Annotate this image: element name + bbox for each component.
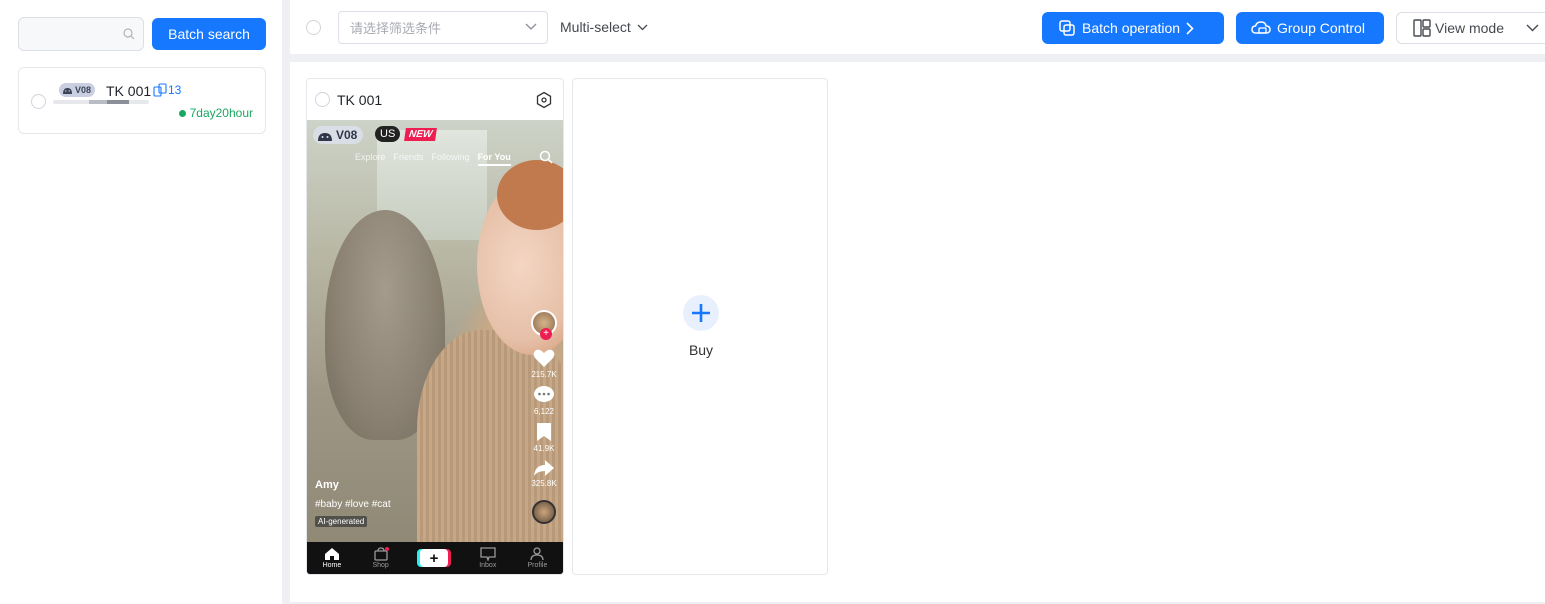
uptime-label: 7day20hour [189,106,253,120]
heart-icon[interactable] [533,348,555,368]
sync-count[interactable]: 13 [153,83,181,97]
version-label: V08 [75,85,92,95]
device-name: TK 001 [106,83,152,99]
search-icon [123,28,135,40]
layout-icon [1413,19,1431,37]
share-icon[interactable] [533,459,555,477]
tab-friends[interactable]: Friends [394,152,424,166]
nav-create[interactable]: + [420,549,449,567]
cloud-control-icon [1251,21,1271,34]
nav-inbox[interactable]: Inbox [479,547,496,569]
ai-generated-label: AI-generated [315,516,368,527]
new-badge: NEW [404,128,438,141]
tab-following[interactable]: Following [432,152,470,166]
shop-bag-icon [373,547,389,561]
online-dot-icon [178,109,186,117]
save-count: 41.9K [533,444,555,453]
multi-select-label: Multi-select [560,19,631,35]
tab-for-you[interactable]: For You [477,152,511,166]
nav-home[interactable]: Home [323,547,341,569]
home-icon [324,548,339,560]
chevron-down-icon [637,24,648,30]
view-mode-label: View mode [1435,20,1505,36]
screen-version-badge: V08 [313,126,364,144]
filter-placeholder: 请选择筛选条件 [350,21,442,36]
chevron-down-icon [525,23,537,30]
settings-icon[interactable] [535,91,553,109]
screen-version-label: V08 [336,128,358,142]
phone-card[interactable]: TK 001 V08 US NEW Explore Friends Follow… [306,78,564,575]
action-column: + 215.7K 6,122 41.9K 325.8K [531,310,557,524]
profile-icon [530,547,545,561]
video-hashtags[interactable]: #baby #love #cat [315,499,391,510]
chevron-right-icon [1186,21,1194,35]
search-icon[interactable] [539,150,553,164]
batch-search-button[interactable]: Batch search [152,18,266,50]
filter-select[interactable]: 请选择筛选条件 [338,11,548,44]
feed-tabs: Explore Friends Following For You [355,152,511,166]
group-control-button[interactable]: Group Control [1236,12,1384,44]
nav-profile[interactable]: Profile [528,547,547,569]
copy-icon [1059,20,1075,36]
phone-title: TK 001 [337,92,383,108]
bookmark-icon[interactable] [535,422,553,442]
chevron-down-icon [1526,24,1539,32]
buy-device-card[interactable]: Buy [572,78,828,575]
sync-icon [153,83,167,97]
tiktok-bottom-nav: Home Shop + Inbox Profile [307,542,563,574]
version-badge: V08 [59,83,96,97]
create-plus-icon: + [420,549,449,567]
like-count: 215.7K [531,370,557,379]
creator-avatar[interactable]: + [531,310,557,340]
region-badge: US [375,126,401,142]
batch-operation-button[interactable]: Batch operation [1042,12,1224,44]
device-select-radio[interactable] [31,94,46,109]
device-list-item[interactable]: V08 TK 001 13 7day20hour [18,67,266,134]
buy-label: Buy [688,342,714,358]
share-count: 325.8K [531,479,557,488]
inbox-icon [480,547,496,561]
android-icon [318,132,332,141]
music-disc-icon[interactable] [532,500,556,524]
add-icon[interactable] [683,295,719,331]
toolbar: 请选择筛选条件 Multi-select Batch operation Gro… [290,0,1545,54]
comment-icon[interactable] [533,385,555,405]
device-grid: TK 001 V08 US NEW Explore Friends Follow… [290,62,1545,602]
android-icon [63,88,72,94]
batch-operation-label: Batch operation [1082,20,1181,36]
nav-shop[interactable]: Shop [372,547,389,569]
device-progress-bar [53,100,149,104]
sync-count-value: 13 [168,83,182,97]
multi-select-dropdown[interactable]: Multi-select [560,19,648,35]
video-username[interactable]: Amy [315,479,339,491]
uptime-status: 7day20hour [178,106,253,120]
select-all-radio[interactable] [306,20,321,35]
comment-count: 6,122 [533,407,555,416]
group-control-label: Group Control [1277,20,1365,36]
phone-screen[interactable]: V08 US NEW Explore Friends Following For… [307,120,563,574]
phone-select-radio[interactable] [315,92,330,107]
view-mode-dropdown[interactable]: View mode [1396,12,1545,44]
tab-explore[interactable]: Explore [355,152,386,166]
sidebar: Batch search V08 TK 001 13 7day20hour [0,0,282,604]
device-search-input[interactable] [18,17,144,51]
